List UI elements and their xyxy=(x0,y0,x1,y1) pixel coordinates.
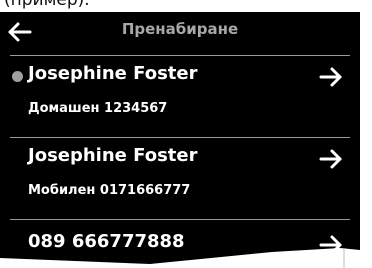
contact-number: Домашен 1234567 xyxy=(28,101,168,116)
contact-name: Josephine Foster xyxy=(28,63,198,84)
figure-caption: (пример). xyxy=(4,0,90,10)
page: (пример). Пренабиране Josephine Foster Д… xyxy=(0,0,372,268)
marker-dot-icon xyxy=(12,71,23,82)
arrow-left-icon[interactable] xyxy=(6,18,34,46)
contact-name: Josephine Foster xyxy=(28,145,198,166)
contact-number: Мобилен 0171666777 xyxy=(28,183,191,198)
list-item-contact-home[interactable]: Josephine Foster Домашен 1234567 xyxy=(0,55,360,137)
arrow-right-icon[interactable] xyxy=(318,65,344,89)
phone-number: 089 666777888 xyxy=(28,231,185,252)
list-item-number[interactable]: 089 666777888 xyxy=(0,219,360,268)
arrow-right-icon[interactable] xyxy=(318,233,344,257)
list-item-contact-mobile[interactable]: Josephine Foster Мобилен 0171666777 xyxy=(0,137,360,219)
header-bar: Пренабиране xyxy=(0,12,360,52)
page-title: Пренабиране xyxy=(121,20,239,38)
arrow-right-icon[interactable] xyxy=(318,147,344,171)
phone-screen: Пренабиране Josephine Foster Домашен 123… xyxy=(0,12,360,268)
